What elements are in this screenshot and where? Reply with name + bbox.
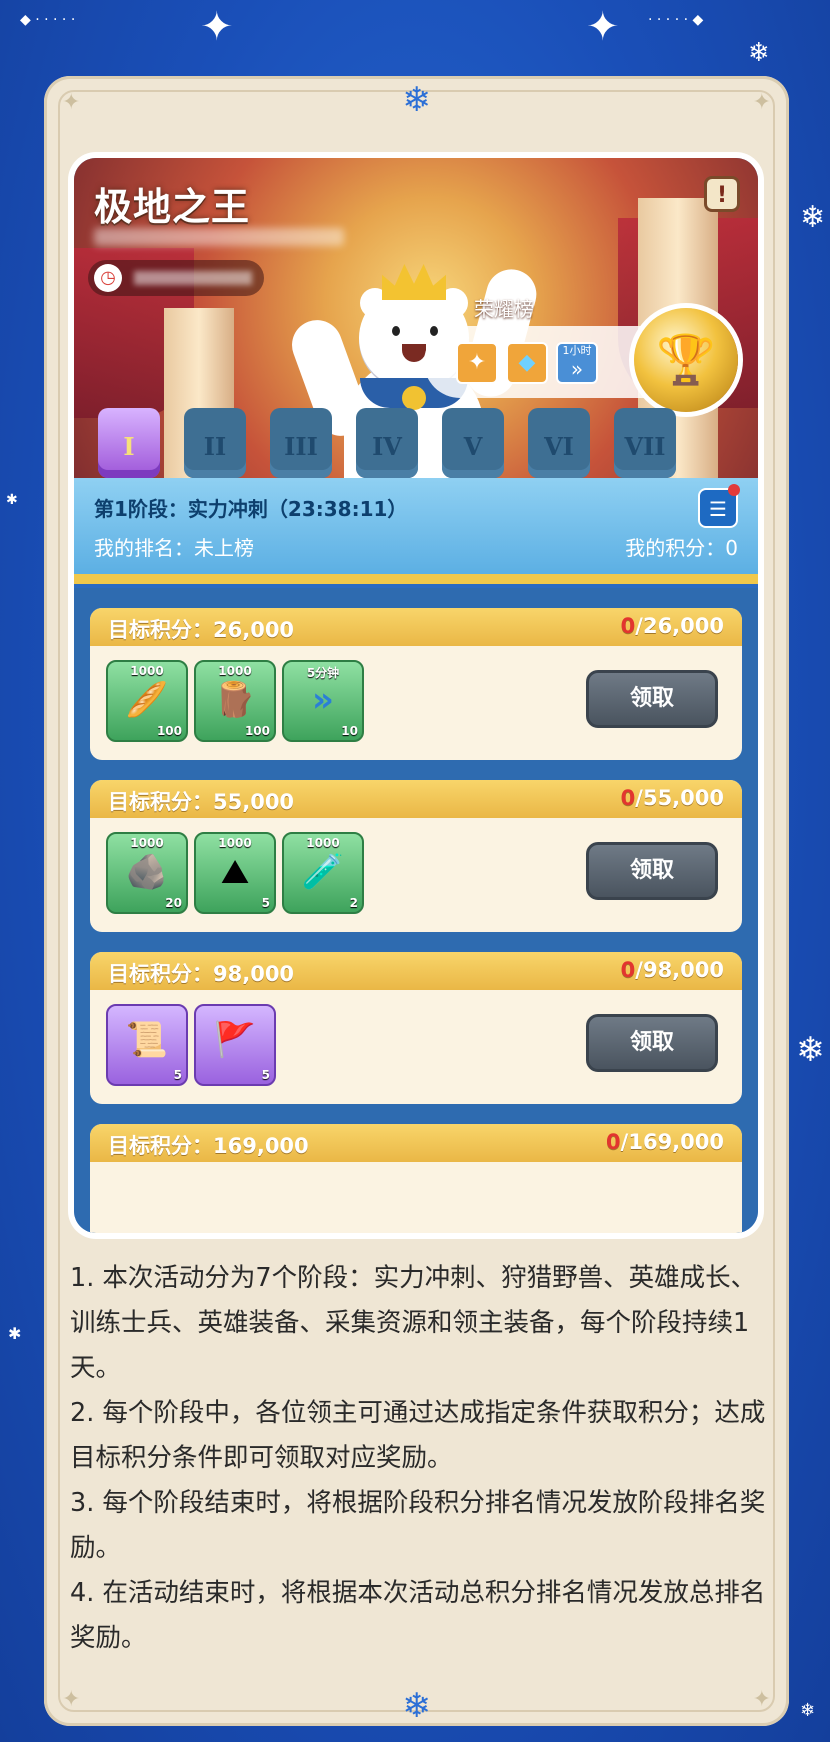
score-progress: 0/98,000: [620, 958, 724, 982]
trophy-icon[interactable]: 🏆: [634, 308, 738, 412]
stage-tab-4[interactable]: IV: [356, 408, 418, 478]
event-date-redacted: [94, 228, 344, 246]
reward-row: 目标积分：98,000 0/98,000 📜 5 🚩 5 领取: [90, 952, 742, 1104]
wood-icon[interactable]: 1000 🪵 100: [194, 660, 276, 742]
sparkle-icon: ✦: [586, 4, 620, 50]
purple-flag-scroll-icon[interactable]: 🚩 5: [194, 1004, 276, 1086]
reward-row: 目标积分：169,000 0/169,000: [90, 1124, 742, 1233]
score-progress: 0/169,000: [606, 1130, 724, 1154]
snowflake-icon: ❄: [402, 1686, 431, 1726]
stone-icon[interactable]: 1000 🪨 20: [106, 832, 188, 914]
snowflake-icon: ❄: [796, 1030, 825, 1070]
speedup-icon[interactable]: 5分钟» 10: [282, 660, 364, 742]
medal-icon: [402, 386, 426, 410]
score-progress: 0/26,000: [620, 614, 724, 638]
info-button[interactable]: !: [704, 176, 740, 212]
sparkle-icon: ✦: [752, 1687, 771, 1712]
bread-icon[interactable]: 1000 🥖 100: [106, 660, 188, 742]
target-score: 目标积分：98,000: [108, 962, 295, 986]
sparkle-icon: · · · · · ◆: [648, 12, 704, 28]
score-progress: 0/55,000: [620, 786, 724, 810]
timer-redacted: [134, 271, 252, 285]
rule-item: 4. 在活动结束时，将根据本次活动总积分排名情况发放总排名奖励。: [70, 1578, 766, 1653]
target-score: 目标积分：26,000: [108, 618, 295, 642]
snowflake-icon: ✱: [8, 1324, 22, 1343]
purple-scroll-icon[interactable]: 📜 5: [106, 1004, 188, 1086]
notification-dot: [728, 484, 740, 496]
event-banner: 极地之王 ◷ ! 荣耀榜 ✦ ◆ 1小时» 🏆 I II III IV V VI: [74, 158, 758, 518]
stage-tab-3[interactable]: III: [270, 408, 332, 478]
sparkle-icon: ✦: [752, 90, 771, 115]
sparkle-icon: ✦: [62, 1687, 81, 1712]
sparkle-icon: ✦: [200, 4, 234, 50]
stage-tab-6[interactable]: VI: [528, 408, 590, 478]
speedup-badge: 1小时: [562, 344, 592, 357]
target-score: 目标积分：169,000: [108, 1134, 309, 1158]
crown-icon: [382, 264, 446, 300]
event-card: ❄ ❄ ✦ ✦ ✦ ✦ 极地之王 ◷ ! 荣耀榜 ✦ ◆ 1小时 » 🏆 I I…: [44, 76, 789, 1726]
snowflake-icon: ❄: [800, 1700, 816, 1721]
potion-icon[interactable]: 1000 🧪 2: [282, 832, 364, 914]
reward-row: 目标积分：26,000 0/26,000 1000 🥖 100 1000 🪵 100 5…: [90, 608, 742, 760]
clock-icon: ◷: [94, 264, 122, 292]
claim-button[interactable]: 领取: [586, 842, 718, 900]
target-score: 目标积分：55,000: [108, 790, 295, 814]
snowflake-icon: ✱: [6, 492, 18, 508]
snowflake-icon: ❄: [748, 38, 770, 68]
sparkle-icon: ◆ · · · · ·: [20, 12, 76, 28]
iron-ore-icon[interactable]: 1000 ⛰ 5: [194, 832, 276, 914]
reward-list[interactable]: 目标积分：26,000 0/26,000 1000 🥖 100 1000 🪵 100 5…: [74, 588, 758, 1233]
stage-tab-1[interactable]: I: [98, 408, 160, 478]
event-timer: ◷: [88, 260, 264, 296]
rule-item: 1. 本次活动分为7个阶段：实力冲刺、狩猎野兽、英雄成长、训练士兵、英雄装备、采…: [70, 1263, 757, 1383]
event-title: 极地之王: [94, 185, 251, 229]
stage-tab-2[interactable]: II: [184, 408, 246, 478]
phase-title: 第1阶段：实力冲刺（23:38:11）: [94, 497, 408, 521]
snowflake-icon: ❄: [800, 200, 826, 235]
stage-tab-5[interactable]: V: [442, 408, 504, 478]
my-rank: 我的排名：未上榜: [94, 536, 254, 560]
game-screenshot: 极地之王 ◷ ! 荣耀榜 ✦ ◆ 1小时» 🏆 I II III IV V VI: [74, 158, 758, 1233]
speedup-hour-icon: 1小时»: [556, 342, 598, 384]
stage-tab-7[interactable]: VII: [614, 408, 676, 478]
puzzle-icon: ✦: [456, 342, 498, 384]
claim-button[interactable]: 领取: [586, 670, 718, 728]
snowflake-icon: ❄: [402, 80, 431, 120]
sparkle-icon: ✦: [62, 90, 81, 115]
stage-tabs: I II III IV V VI VII: [90, 408, 750, 480]
rule-item: 2. 每个阶段中，各位领主可通过达成指定条件获取积分；达成目标积分条件即可领取对…: [70, 1398, 766, 1473]
event-rules: 1. 本次活动分为7个阶段：实力冲刺、狩猎野兽、英雄成长、训练士兵、英雄装备、采…: [70, 1256, 770, 1661]
diamond-icon: ◆: [506, 342, 548, 384]
honor-board-label: 荣耀榜: [474, 297, 534, 321]
claim-button[interactable]: 领取: [586, 1014, 718, 1072]
rule-item: 3. 每个阶段结束时，将根据阶段积分排名情况发放阶段排名奖励。: [70, 1488, 766, 1563]
reward-row: 目标积分：55,000 0/55,000 1000 🪨 20 1000 ⛰ 5 1000…: [90, 780, 742, 932]
my-score: 我的积分：0: [625, 536, 738, 560]
